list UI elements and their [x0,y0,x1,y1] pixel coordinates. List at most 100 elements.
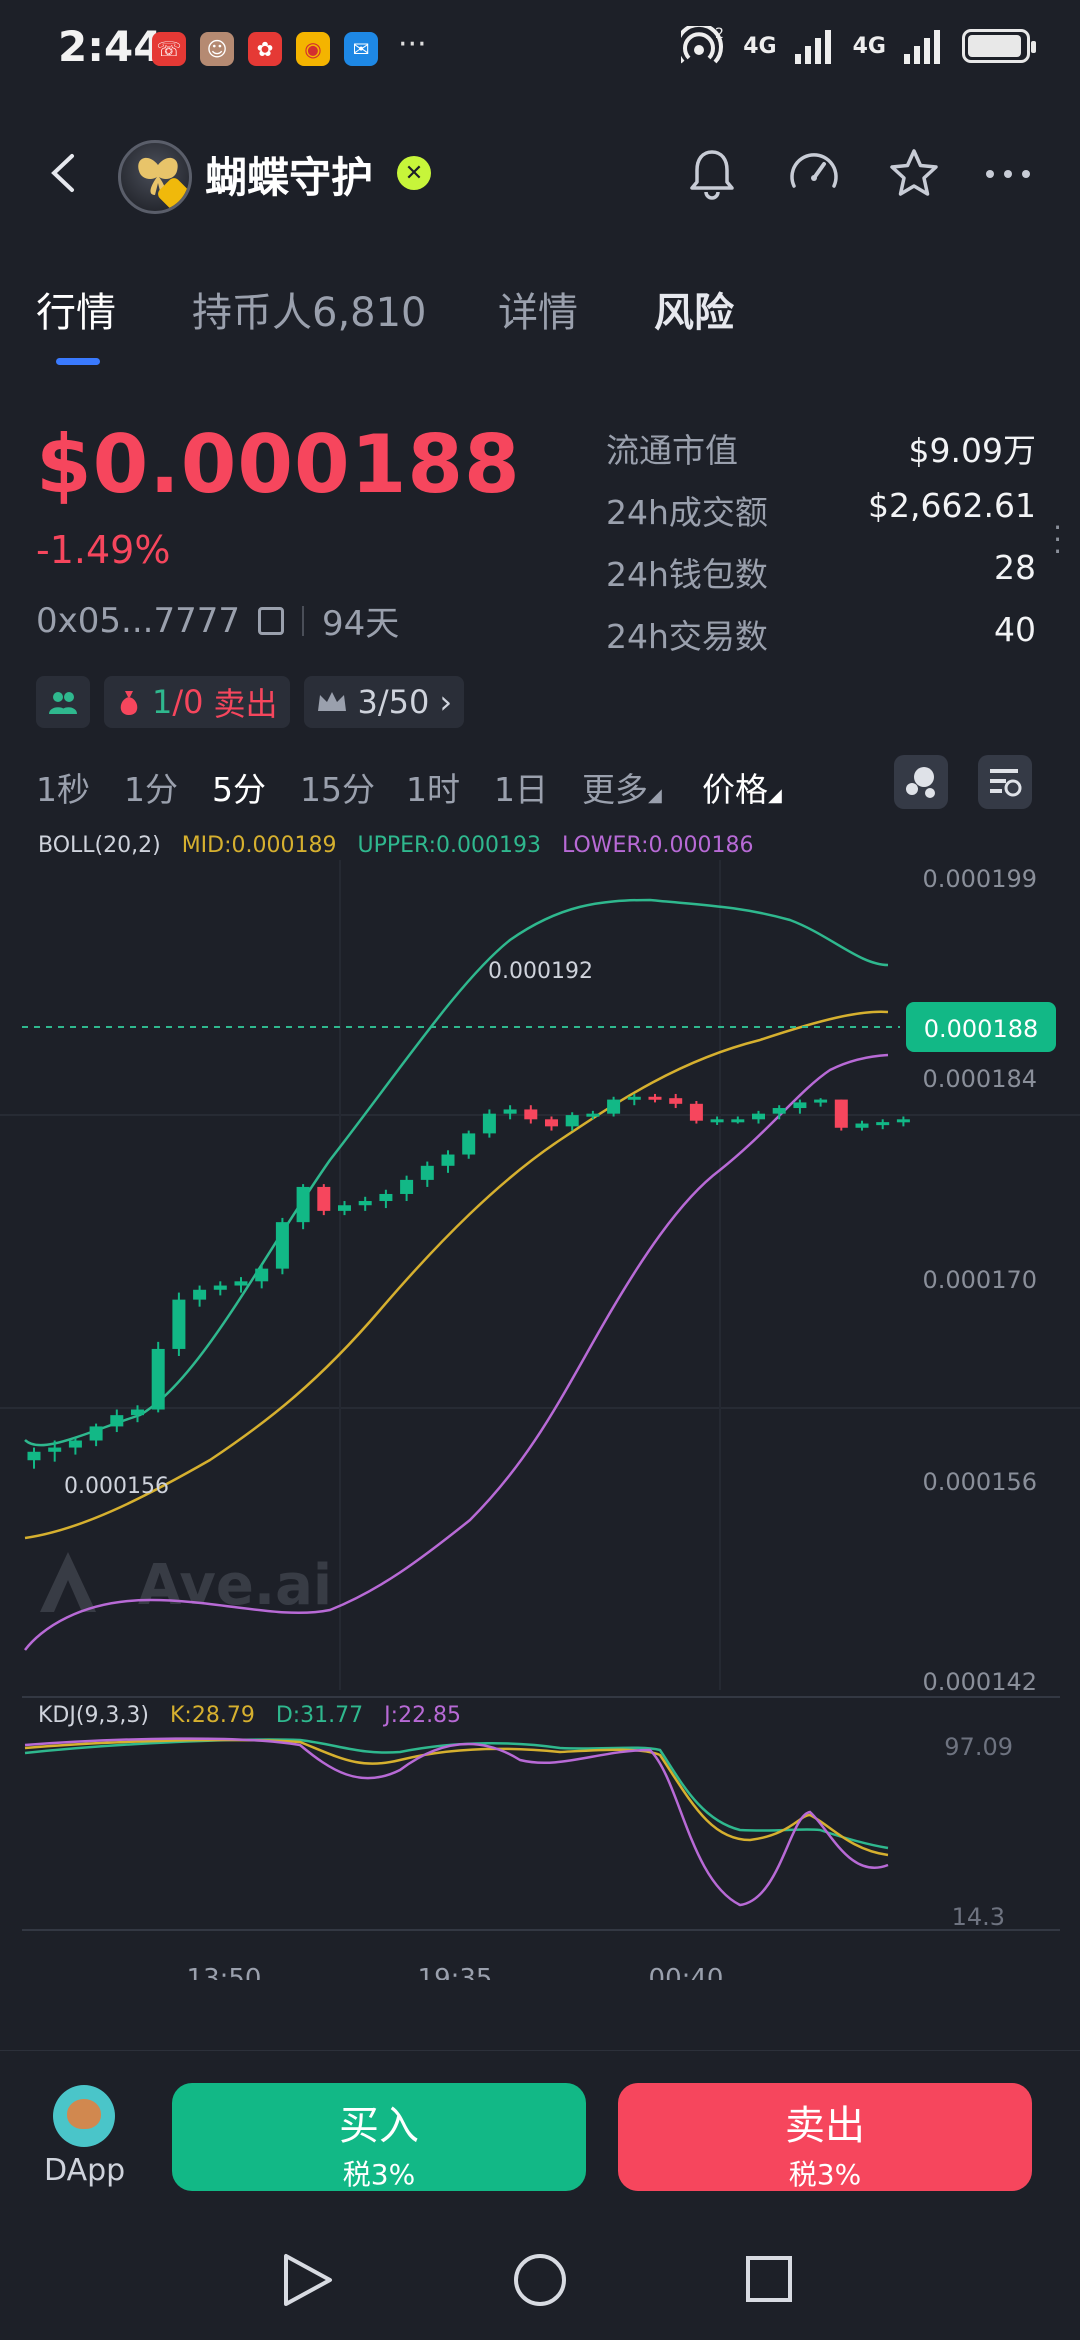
tab-risk[interactable]: 风险 [654,280,734,338]
stat-row: 24h交易数 40 [606,610,1036,672]
crown-icon [317,692,346,711]
kdj-k-line [24,1738,889,1857]
candlestick-chart[interactable]: Ave.ai 0.000188 0.000199 0.000184 0.0001… [0,820,1080,1994]
price-mode-select[interactable]: 价格◢ [702,763,782,811]
stat-row: 24h成交额 $2,662.61 [606,486,1036,548]
price-chart-area[interactable]: Ave.ai 0.000188 0.000199 0.000184 0.0001… [0,820,1080,1994]
candle-body [793,1102,807,1109]
candle-body [296,1186,310,1223]
tab-details[interactable]: 详情 [498,280,578,338]
sell-button[interactable]: 卖出 税3% [618,2083,1032,2191]
y-tick-label: 0.000199 [922,865,1037,893]
price-change: -1.49% [36,528,171,572]
tab-holders[interactable]: 持币人6,810 [192,280,427,338]
candles-group [27,1093,910,1469]
candle-body [275,1222,289,1269]
high-price-label: 0.000192 [488,959,593,984]
interval-1m[interactable]: 1分 [124,763,178,811]
more-options-icon[interactable] [978,144,1038,204]
token-name: 蝴蝶守护 [205,153,374,202]
trades-action-label: 卖出 [213,685,278,723]
candle-body [772,1108,786,1114]
huawei-icon: ✿ [248,32,282,66]
missed-call-icon: ☏ [152,32,186,66]
community-chip[interactable] [36,676,90,728]
interval-5m[interactable]: 5分 [212,763,266,811]
money-bag-icon [120,691,138,715]
nav-recents-icon [746,2256,792,2302]
kdj-min-label: 14.3 [952,1903,1005,1931]
candle-body [400,1179,414,1194]
watermark: Ave.ai [40,1552,332,1618]
candle-body [68,1440,82,1448]
kdj-legend: KDJ(9,3,3) K:28.79 D:31.77 J:22.85 [38,1703,461,1728]
stat-row: 24h钱包数 28 [606,548,1036,610]
stats-more-icon[interactable]: · · · [1053,514,1062,566]
candle-body [462,1133,476,1155]
boll-legend: BOLL(20,2) MID:0.000189 UPPER:0.000193 L… [38,833,753,858]
boll-legend-title: BOLL(20,2) [38,833,161,858]
nav-buttons [284,2254,792,2306]
gauge-icon[interactable] [784,144,844,204]
bubbles-icon [906,767,935,798]
current-price: $0.000188 [36,418,521,511]
content-tabs: 行情 持币人6,810 详情 风险 [0,270,1080,370]
hotspot-count: 2 [715,26,724,42]
candle-body [379,1193,393,1202]
network-type-2: 4G [852,33,886,59]
interval-15m[interactable]: 15分 [300,763,375,811]
users-icon [49,692,77,714]
signal-icon-1 [794,30,831,64]
dapp-label: DApp [44,2153,126,2188]
candle-body [710,1119,724,1123]
indicator-toggle-button[interactable] [894,755,948,809]
chevron-right-icon: › [439,683,453,721]
interval-1d[interactable]: 1日 [494,763,548,811]
candle-body [855,1123,869,1128]
bell-icon[interactable] [682,144,742,204]
copy-icon[interactable] [257,606,284,635]
sell-button-label: 卖出 [785,2103,865,2149]
candle-body [545,1119,558,1127]
top-holders-value: 3/50 [357,683,430,721]
interval-1s[interactable]: 1秒 [36,763,90,811]
kdj-legend-title: KDJ(9,3,3) [38,1703,149,1728]
trades-buy-count: 1 [152,683,173,721]
chart-settings-button[interactable] [978,755,1032,809]
back-icon[interactable] [40,148,90,198]
dapp-button[interactable]: DApp [44,2085,126,2188]
network-type-1: 4G [743,33,777,59]
favorite-star-icon[interactable] [884,144,944,204]
dropdown-icon: ◢ [768,785,782,806]
interval-1h[interactable]: 1时 [406,763,460,811]
top-holders-chip[interactable]: 3/50 › [303,676,465,728]
indicator-tabs-row[interactable] [0,2030,1080,2052]
interval-more[interactable]: 更多◢ [582,763,662,811]
candle-body [193,1289,207,1300]
kdj-legend-j: J:22.85 [382,1703,461,1728]
stat-label: 流通市值 [606,431,738,470]
candle-body [814,1099,828,1103]
contact-avatar-icon: ☺ [200,32,234,66]
tab-market[interactable]: 行情 [36,280,116,338]
stat-label: 24h钱包数 [606,555,768,594]
notification-icons: ☏ ☺ ✿ ◉ ✉ ··· [152,27,427,66]
low-price-label: 0.000156 [64,1474,169,1499]
more-notifications-icon: ··· [398,27,427,62]
candle-body [524,1109,538,1120]
trades-chip[interactable]: 1/0 卖出 [104,676,290,728]
stat-label: 24h交易数 [606,617,768,656]
kdj-j-line [24,1737,889,1907]
stat-value: $2,662.61 [868,486,1036,525]
candle-body [627,1096,641,1100]
current-price-tag-label: 0.000188 [924,1015,1039,1043]
candle-body [131,1409,144,1416]
candle-body [234,1281,248,1286]
boll-legend-mid: MID:0.000189 [182,833,337,858]
candle-body [48,1447,62,1452]
buy-button[interactable]: 买入 税3% [172,2083,586,2191]
trades-sell-count: /0 [172,683,204,721]
active-tab-indicator [56,358,100,365]
candle-body [317,1186,331,1211]
candle-body [834,1099,848,1128]
